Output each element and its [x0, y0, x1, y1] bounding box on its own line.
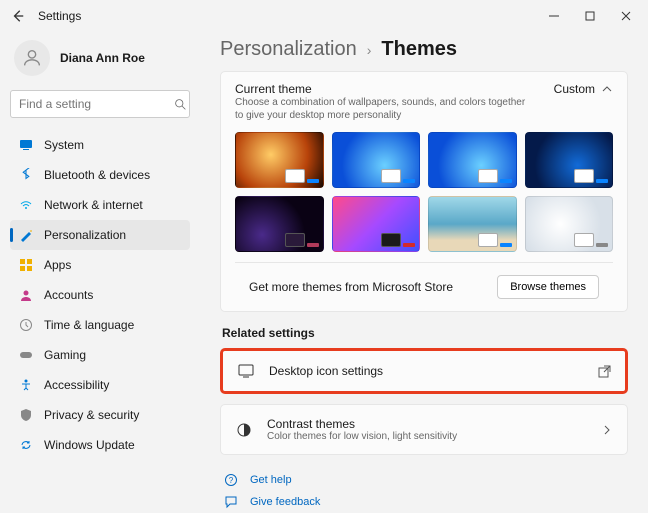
store-text: Get more themes from Microsoft Store [249, 280, 453, 294]
chevron-right-icon [601, 424, 613, 436]
search-icon [174, 98, 187, 111]
sidebar-item-personalization[interactable]: Personalization [10, 220, 190, 250]
sidebar-item-time[interactable]: Time & language [10, 310, 190, 340]
sidebar-item-system[interactable]: System [10, 130, 190, 160]
theme-thumb[interactable] [332, 132, 421, 188]
sidebar-item-update[interactable]: Windows Update [10, 430, 190, 460]
theme-thumb[interactable] [525, 132, 614, 188]
back-button[interactable] [4, 2, 32, 30]
window-title: Settings [38, 9, 81, 23]
theme-thumb[interactable] [235, 132, 324, 188]
contrast-themes-row[interactable]: Contrast themes Color themes for low vis… [220, 404, 628, 455]
theme-thumb[interactable] [332, 196, 421, 252]
breadcrumb: Personalization › Themes [220, 38, 628, 61]
theme-custom[interactable]: Custom [554, 82, 613, 96]
theme-title: Current theme [235, 82, 535, 96]
theme-desc: Choose a combination of wallpapers, soun… [235, 96, 535, 122]
sidebar-item-network[interactable]: Network & internet [10, 190, 190, 220]
sidebar-item-accessibility[interactable]: Accessibility [10, 370, 190, 400]
sidebar-item-privacy[interactable]: Privacy & security [10, 400, 190, 430]
nav-list: System Bluetooth & devices Network & int… [10, 130, 190, 460]
desktop-icon [237, 363, 255, 379]
system-icon [18, 137, 34, 153]
apps-icon [18, 257, 34, 273]
open-external-icon [598, 365, 611, 378]
update-icon [18, 437, 34, 453]
clock-icon [18, 317, 34, 333]
breadcrumb-parent[interactable]: Personalization [220, 38, 357, 61]
profile-name: Diana Ann Roe [60, 51, 145, 65]
sidebar-item-accounts[interactable]: Accounts [10, 280, 190, 310]
theme-thumbs [235, 132, 613, 262]
content: Personalization › Themes Current theme C… [200, 32, 648, 513]
shield-icon [18, 407, 34, 423]
sidebar: Diana Ann Roe System Bluetooth & devices… [0, 32, 200, 513]
browse-themes-button[interactable]: Browse themes [497, 275, 599, 299]
desktop-icon-settings-row[interactable]: Desktop icon settings [220, 348, 628, 394]
minimize-button[interactable] [536, 2, 572, 30]
search-input[interactable] [19, 97, 174, 111]
close-button[interactable] [608, 2, 644, 30]
sidebar-item-gaming[interactable]: Gaming [10, 340, 190, 370]
chevron-up-icon [601, 83, 613, 95]
theme-thumb[interactable] [428, 132, 517, 188]
theme-thumb[interactable] [428, 196, 517, 252]
wifi-icon [18, 197, 34, 213]
theme-thumb[interactable] [525, 196, 614, 252]
sidebar-item-bluetooth[interactable]: Bluetooth & devices [10, 160, 190, 190]
gaming-icon [18, 347, 34, 363]
profile[interactable]: Diana Ann Roe [10, 36, 190, 90]
bluetooth-icon [18, 167, 34, 183]
avatar-icon [14, 40, 50, 76]
personalization-icon [18, 227, 34, 243]
chevron-right-icon: › [367, 42, 372, 58]
accounts-icon [18, 287, 34, 303]
contrast-icon [235, 422, 253, 438]
search-box[interactable] [10, 90, 190, 118]
related-title: Related settings [222, 326, 628, 340]
help-icon: ? [224, 473, 240, 487]
give-feedback-link[interactable]: Give feedback [224, 491, 628, 513]
feedback-icon [224, 495, 240, 509]
theme-thumb[interactable] [235, 196, 324, 252]
page-title: Themes [381, 38, 457, 61]
accessibility-icon [18, 377, 34, 393]
maximize-button[interactable] [572, 2, 608, 30]
theme-card: Current theme Choose a combination of wa… [220, 71, 628, 312]
svg-text:?: ? [229, 476, 234, 485]
sidebar-item-apps[interactable]: Apps [10, 250, 190, 280]
get-help-link[interactable]: ? Get help [224, 469, 628, 491]
